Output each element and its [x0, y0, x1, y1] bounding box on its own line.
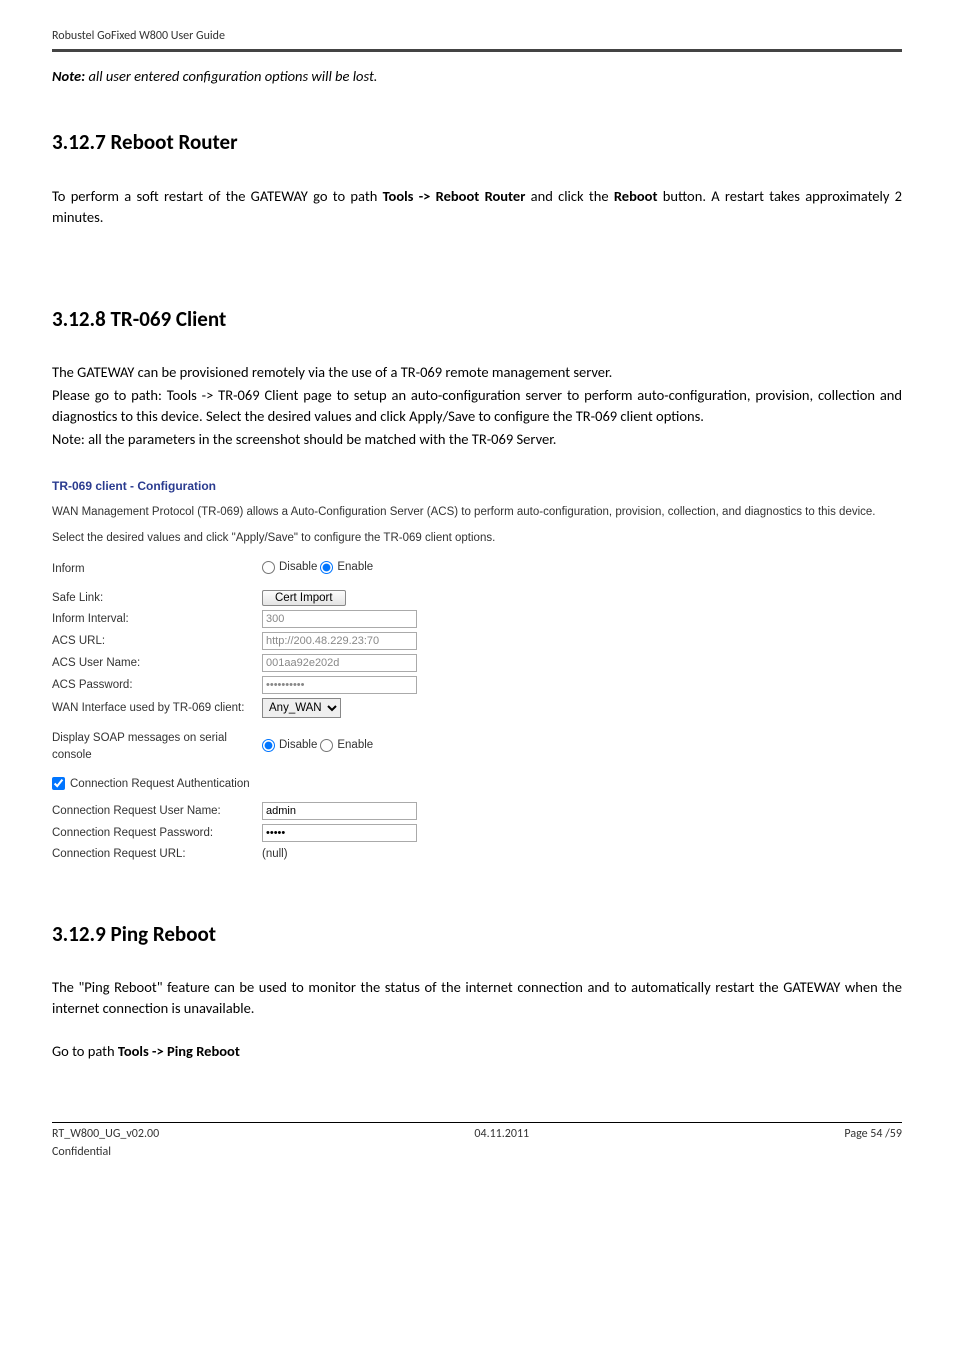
header-divider — [52, 49, 902, 52]
heading-tr069: 3.12.8 TR-069 Client — [52, 304, 902, 334]
footer-left: RT_W800_UG_v02.00 Confidential — [52, 1126, 159, 1161]
radio-inform-enable[interactable] — [320, 561, 333, 574]
select-wan-interface[interactable]: Any_WAN — [262, 698, 341, 718]
label-soap: Display SOAP messages on serial console — [52, 728, 262, 765]
input-crpass[interactable] — [262, 824, 417, 842]
tr069-form-table: Inform Disable Enable Safe Link: Cert Im… — [52, 557, 423, 766]
note-line: Note: all user entered configuration opt… — [52, 66, 902, 87]
label-wanif: WAN Interface used by TR-069 client: — [52, 696, 262, 720]
radio-inform-disable[interactable] — [262, 561, 275, 574]
conn-auth-row: Connection Request Authentication — [52, 776, 902, 793]
radio-soap-disable-label: Disable — [279, 737, 317, 754]
tr069-form-title: TR-069 client - Configuration — [52, 478, 902, 495]
footer-center: 04.11.2011 — [474, 1126, 529, 1161]
radio-enable-label: Enable — [337, 559, 373, 576]
radio-disable-label: Disable — [279, 559, 317, 576]
label-crurl: Connection Request URL: — [52, 844, 262, 865]
label-cruser: Connection Request User Name: — [52, 800, 262, 822]
heading-ping-reboot: 3.12.9 Ping Reboot — [52, 919, 902, 949]
doc-product: Robustel GoFixed W800 User Guide — [52, 29, 225, 43]
label-interval: Inform Interval: — [52, 608, 262, 630]
reboot-router-body: To perform a soft restart of the GATEWAY… — [52, 186, 902, 228]
tr069-form-desc2: Select the desired values and click "App… — [52, 530, 902, 547]
label-inform: Inform — [52, 557, 262, 582]
tr069-conn-table: Connection Request User Name: Connection… — [52, 800, 423, 865]
note-label: Note: — [52, 67, 85, 85]
value-crurl: (null) — [262, 848, 288, 860]
cert-import-button[interactable]: Cert Import — [262, 590, 346, 606]
input-acspass[interactable] — [262, 676, 417, 694]
label-acsuser: ACS User Name: — [52, 652, 262, 674]
label-conn-auth: Connection Request Authentication — [70, 776, 250, 793]
radio-soap-enable[interactable] — [320, 739, 333, 752]
input-acsuser[interactable] — [262, 654, 417, 672]
tr069-form-desc1: WAN Management Protocol (TR-069) allows … — [52, 504, 902, 521]
label-crpass: Connection Request Password: — [52, 822, 262, 844]
note-text: all user entered configuration options w… — [85, 67, 377, 85]
label-acsurl: ACS URL: — [52, 630, 262, 652]
tr069-body-2: Please go to path: Tools -> TR-069 Clien… — [52, 385, 902, 427]
input-interval[interactable] — [262, 610, 417, 628]
ping-reboot-path: Go to path Tools -> Ping Reboot — [52, 1041, 902, 1062]
footer-right: Page 54 /59 — [844, 1126, 902, 1161]
label-acspass: ACS Password: — [52, 674, 262, 696]
page-footer: RT_W800_UG_v02.00 Confidential 04.11.201… — [52, 1122, 902, 1161]
checkbox-conn-auth[interactable] — [52, 777, 65, 790]
doc-header: Robustel GoFixed W800 User Guide — [52, 28, 902, 49]
input-acsurl[interactable] — [262, 632, 417, 650]
tr069-body-3: Note: all the parameters in the screensh… — [52, 429, 902, 450]
radio-soap-disable[interactable] — [262, 739, 275, 752]
tr069-body-1: The GATEWAY can be provisioned remotely … — [52, 362, 902, 383]
radio-soap-enable-label: Enable — [337, 737, 373, 754]
label-safelink: Safe Link: — [52, 588, 262, 609]
ping-reboot-body: The "Ping Reboot" feature can be used to… — [52, 977, 902, 1019]
heading-reboot-router: 3.12.7 Reboot Router — [52, 127, 902, 157]
input-cruser[interactable] — [262, 802, 417, 820]
